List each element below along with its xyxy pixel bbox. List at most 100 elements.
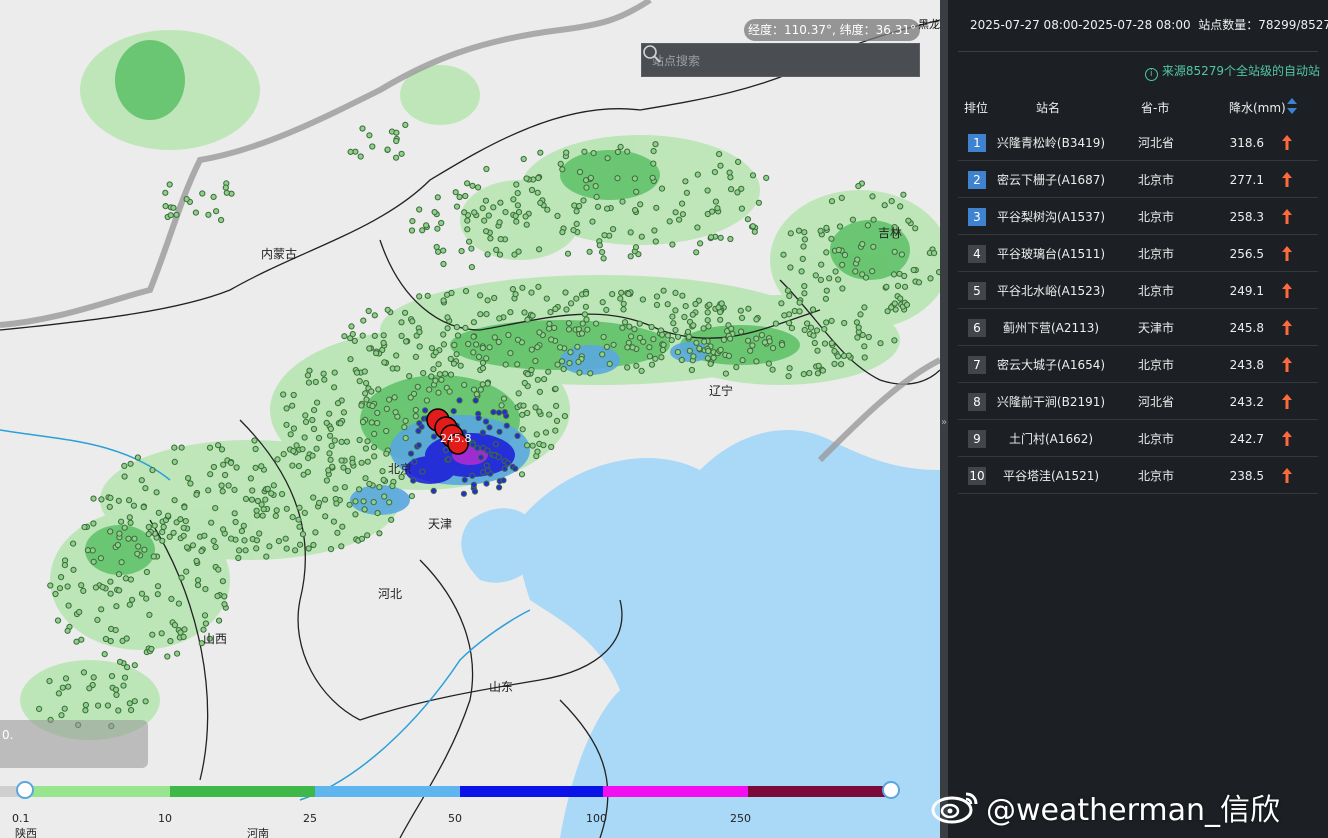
station-marker[interactable] <box>738 314 746 321</box>
station-marker[interactable] <box>854 334 861 341</box>
station-marker[interactable] <box>841 251 849 259</box>
station-marker[interactable] <box>173 211 180 218</box>
station-marker[interactable] <box>198 548 205 555</box>
station-marker[interactable] <box>823 249 830 256</box>
station-marker[interactable] <box>812 272 819 279</box>
station-marker[interactable] <box>653 301 661 308</box>
station-marker[interactable] <box>727 235 734 243</box>
station-marker[interactable] <box>311 407 318 414</box>
station-marker[interactable] <box>888 304 895 311</box>
station-marker[interactable] <box>717 234 724 241</box>
station-marker[interactable] <box>275 538 282 545</box>
station-marker[interactable] <box>231 486 238 493</box>
station-marker[interactable] <box>631 326 638 333</box>
station-marker[interactable] <box>125 535 132 542</box>
station-marker[interactable] <box>497 236 504 243</box>
station-marker[interactable] <box>232 518 239 526</box>
station-marker[interactable] <box>600 333 607 341</box>
station-marker[interactable] <box>338 543 345 550</box>
station-marker[interactable] <box>573 208 580 215</box>
station-marker[interactable] <box>787 230 794 237</box>
station-marker[interactable] <box>514 202 522 209</box>
station-marker[interactable] <box>814 347 821 354</box>
station-marker[interactable] <box>142 698 149 705</box>
station-marker[interactable] <box>115 707 122 714</box>
station-marker[interactable] <box>426 386 433 393</box>
station-marker[interactable] <box>214 593 221 600</box>
station-marker[interactable] <box>333 500 340 507</box>
station-marker[interactable] <box>650 160 657 167</box>
station-marker[interactable] <box>694 224 701 231</box>
station-marker[interactable] <box>356 436 363 444</box>
station-marker[interactable] <box>672 327 679 334</box>
station-marker[interactable] <box>101 651 108 658</box>
station-marker[interactable] <box>931 250 938 257</box>
station-marker[interactable] <box>707 360 714 367</box>
station-marker[interactable] <box>828 235 835 242</box>
station-marker[interactable] <box>112 686 120 693</box>
station-name[interactable]: 平谷玻璃台(A1511) <box>996 245 1106 263</box>
station-marker[interactable] <box>626 323 633 330</box>
station-marker[interactable] <box>546 411 553 418</box>
station-marker[interactable] <box>388 516 395 523</box>
station-marker[interactable] <box>199 190 206 197</box>
station-marker[interactable] <box>305 379 312 386</box>
station-marker[interactable] <box>870 243 877 250</box>
station-marker[interactable] <box>464 217 471 224</box>
station-marker[interactable] <box>534 189 541 196</box>
station-marker[interactable] <box>167 638 174 645</box>
station-marker[interactable] <box>283 505 290 512</box>
station-marker[interactable] <box>849 216 857 223</box>
station-marker[interactable] <box>263 553 270 560</box>
station-marker[interactable] <box>259 512 266 519</box>
station-marker[interactable] <box>733 364 740 371</box>
station-marker[interactable] <box>168 595 175 603</box>
station-marker[interactable] <box>712 198 720 205</box>
station-marker[interactable] <box>778 300 785 307</box>
station-marker[interactable] <box>356 486 363 493</box>
station-marker[interactable] <box>528 366 535 374</box>
station-marker[interactable] <box>374 509 381 517</box>
station-marker[interactable] <box>321 376 328 383</box>
station-marker[interactable] <box>528 289 535 296</box>
station-marker[interactable] <box>90 495 97 502</box>
station-marker[interactable] <box>659 346 667 354</box>
station-marker[interactable] <box>247 475 254 482</box>
station-marker[interactable] <box>171 444 178 451</box>
station-marker[interactable] <box>61 562 69 569</box>
station-marker[interactable] <box>194 582 202 589</box>
station-marker[interactable] <box>349 331 356 338</box>
station-marker[interactable] <box>834 353 842 360</box>
station-marker[interactable] <box>891 248 898 255</box>
station-marker[interactable] <box>682 303 689 310</box>
station-marker[interactable] <box>180 532 187 539</box>
station-marker[interactable] <box>149 467 156 474</box>
station-marker[interactable] <box>138 590 146 597</box>
station-marker[interactable] <box>371 430 378 437</box>
station-marker[interactable] <box>751 228 758 235</box>
station-marker[interactable] <box>772 320 780 327</box>
station-marker[interactable] <box>482 197 489 204</box>
station-marker[interactable] <box>412 413 419 420</box>
station-marker[interactable] <box>560 366 567 373</box>
station-marker[interactable] <box>796 299 803 306</box>
station-marker[interactable] <box>717 162 724 169</box>
station-marker[interactable] <box>131 662 138 669</box>
station-marker[interactable] <box>162 203 169 210</box>
station-marker[interactable] <box>126 497 133 504</box>
station-marker[interactable] <box>599 351 606 358</box>
station-marker[interactable] <box>82 707 89 714</box>
station-marker[interactable] <box>639 296 647 303</box>
station-marker[interactable] <box>140 504 147 511</box>
station-marker[interactable] <box>621 319 629 326</box>
station-marker[interactable] <box>704 187 711 194</box>
station-marker[interactable] <box>114 541 122 549</box>
station-marker[interactable] <box>153 489 160 496</box>
station-marker[interactable] <box>409 218 416 225</box>
station-marker[interactable] <box>679 211 687 218</box>
station-marker[interactable] <box>320 370 327 377</box>
station-marker[interactable] <box>65 602 72 609</box>
station-marker[interactable] <box>624 148 631 155</box>
station-marker[interactable] <box>869 268 876 275</box>
station-marker[interactable] <box>341 333 348 340</box>
